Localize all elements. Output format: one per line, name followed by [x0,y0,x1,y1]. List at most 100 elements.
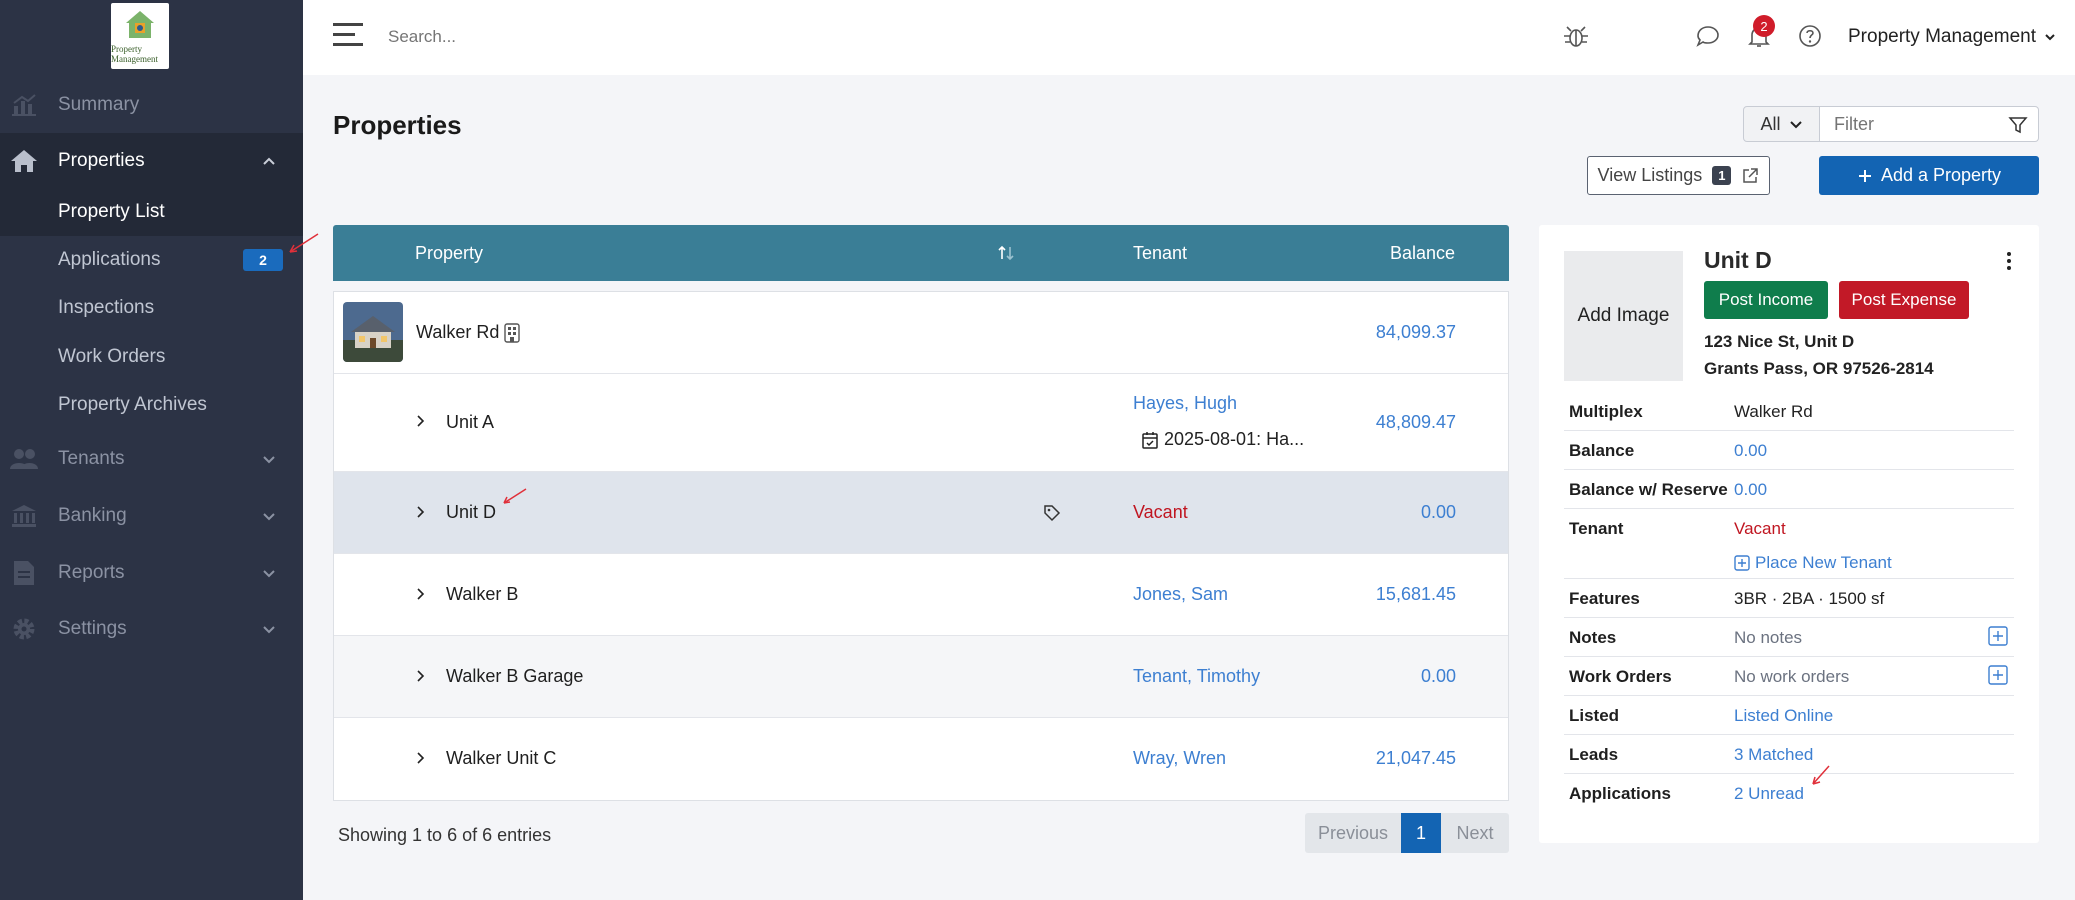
tag-icon[interactable] [1043,504,1061,522]
pagination: Previous 1 Next [1305,813,1509,853]
chevron-right-icon[interactable] [414,587,428,601]
sidebar-item-label: Property List [58,201,165,222]
column-header-property[interactable]: Property [415,243,483,264]
unit-name[interactable]: Walker B Garage [446,666,583,687]
add-property-button[interactable]: Add a Property [1819,156,2039,195]
add-image-button[interactable]: Add Image [1564,251,1683,381]
detail-row-multiplex: Multiplex Walker Rd [1564,392,2014,431]
detail-label: Leads [1569,745,1619,764]
detail-row-work-orders: Work Orders No work orders [1564,657,2014,696]
nav-reports[interactable]: Reports [0,545,303,601]
filter-input[interactable] [1820,107,2038,141]
balance-value[interactable]: 21,047.45 [1376,748,1456,769]
column-header-tenant[interactable]: Tenant [1133,243,1187,264]
lease-label: 2025-08-01: Ha... [1164,429,1305,449]
add-note-icon[interactable] [1988,626,2008,646]
nav-settings[interactable]: Settings [0,601,303,657]
applications-link[interactable]: 2 Unread [1734,784,1804,804]
post-income-button[interactable]: Post Income [1704,281,1828,319]
top-bar: 2 Property Management [303,0,2075,75]
sidebar-item-label: Inspections [58,297,155,318]
bug-icon[interactable] [1562,22,1590,50]
table-row[interactable]: Walker B Garage Tenant, Timothy 0.00 [334,636,1508,718]
sidebar-item-property-list[interactable]: Property List [0,188,303,236]
detail-row-balance: Balance 0.00 [1564,431,2014,470]
table-row[interactable]: Walker Unit C Wray, Wren 21,047.45 [334,718,1508,800]
sort-icon[interactable] [997,245,1015,261]
listed-online-link[interactable]: Listed Online [1734,706,1833,726]
sidebar-item-property-archives[interactable]: Property Archives [0,381,303,429]
add-work-order-icon[interactable] [1988,665,2008,685]
applications-count-badge: 2 [243,249,283,271]
lease-info: 2025-08-01: Ha... [1142,429,1304,450]
balance-link[interactable]: 0.00 [1734,441,1767,461]
balance-value[interactable]: 15,681.45 [1376,584,1456,605]
search-input[interactable] [388,20,988,54]
balance-value[interactable]: 0.00 [1421,502,1456,523]
sidebar-item-applications[interactable]: Applications 2 [0,236,303,284]
unit-name[interactable]: Unit A [446,412,494,433]
balance-value[interactable]: 0.00 [1421,666,1456,687]
unit-name[interactable]: Unit D [446,502,496,523]
chevron-down-icon [263,570,275,578]
detail-label: Applications [1569,784,1672,803]
chat-icon[interactable] [1694,22,1722,50]
post-expense-button[interactable]: Post Expense [1839,281,1969,319]
help-icon[interactable] [1796,22,1824,50]
view-listings-button[interactable]: View Listings 1 [1587,156,1770,195]
sidebar-item-inspections[interactable]: Inspections [0,284,303,332]
tenant-status: Vacant [1734,519,1786,538]
tenant-link[interactable]: Hayes, Hugh [1133,393,1237,414]
table-row[interactable]: Unit A Hayes, Hugh 2025-08-01: Ha... 48,… [334,374,1508,472]
sidebar-item-label: Applications [58,249,161,270]
tenant-vacant: Vacant [1133,502,1188,522]
chevron-down-icon [2045,34,2055,41]
detail-row-notes: Notes No notes [1564,618,2014,657]
detail-row-listed: Listed Listed Online [1564,696,2014,735]
chevron-right-icon[interactable] [414,414,428,428]
tenant-link[interactable]: Jones, Sam [1133,584,1228,605]
detail-row-applications: Applications 2 Unread [1564,765,2014,813]
sidebar-item-work-orders[interactable]: Work Orders [0,333,303,381]
table-row[interactable]: Walker B Jones, Sam 15,681.45 [334,554,1508,636]
funnel-icon[interactable] [2008,115,2028,135]
page-1-button[interactable]: 1 [1401,813,1441,853]
balance-value[interactable]: 84,099.37 [1376,322,1456,343]
property-name[interactable]: Walker Rd [416,322,499,343]
view-listings-label: View Listings [1597,165,1703,185]
account-dropdown[interactable]: Property Management [1848,26,2056,48]
table-row[interactable]: Walker Rd 84,099.37 [334,292,1508,374]
chevron-right-icon[interactable] [414,505,428,519]
nav-tenants[interactable]: Tenants [0,431,303,487]
table-row-selected[interactable]: Unit D Vacant 0.00 [334,472,1508,554]
nav-summary[interactable]: Summary [0,77,303,133]
detail-row-features: Features 3BR · 2BA · 1500 sf [1564,579,2014,618]
previous-page-button[interactable]: Previous [1305,813,1401,853]
leads-link[interactable]: 3 Matched [1734,745,1813,765]
nav-banking-label: Banking [58,505,127,526]
tenant-link[interactable]: Wray, Wren [1133,748,1226,769]
hamburger-menu-icon[interactable] [333,22,365,48]
notification-badge: 2 [1753,15,1775,37]
entries-summary: Showing 1 to 6 of 6 entries [338,825,552,845]
filter-scope-select[interactable]: All [1743,106,1820,142]
column-header-balance[interactable]: Balance [1390,243,1455,264]
balance-reserve-link[interactable]: 0.00 [1734,480,1767,500]
unit-name[interactable]: Walker B [446,584,518,605]
nav-banking[interactable]: Banking [0,488,303,544]
calendar-check-icon [1142,431,1158,449]
add-property-label: Add a Property [1880,165,2002,185]
chevron-right-icon[interactable] [414,751,428,765]
gear-icon [10,615,38,643]
balance-value[interactable]: 48,809.47 [1376,412,1456,433]
nav-properties[interactable]: Properties [0,133,303,189]
tenant-link[interactable]: Tenant, Timothy [1133,666,1260,687]
unit-name[interactable]: Walker Unit C [446,748,556,769]
place-new-tenant-link[interactable]: Place New Tenant [1734,553,1892,573]
work-orders-value: No work orders [1734,667,1850,686]
chevron-right-icon[interactable] [414,669,428,683]
more-options-icon[interactable] [1999,249,2019,273]
next-page-button[interactable]: Next [1441,813,1509,853]
app-logo[interactable]: Property Management [111,3,169,69]
nav-properties-label: Properties [58,150,145,171]
